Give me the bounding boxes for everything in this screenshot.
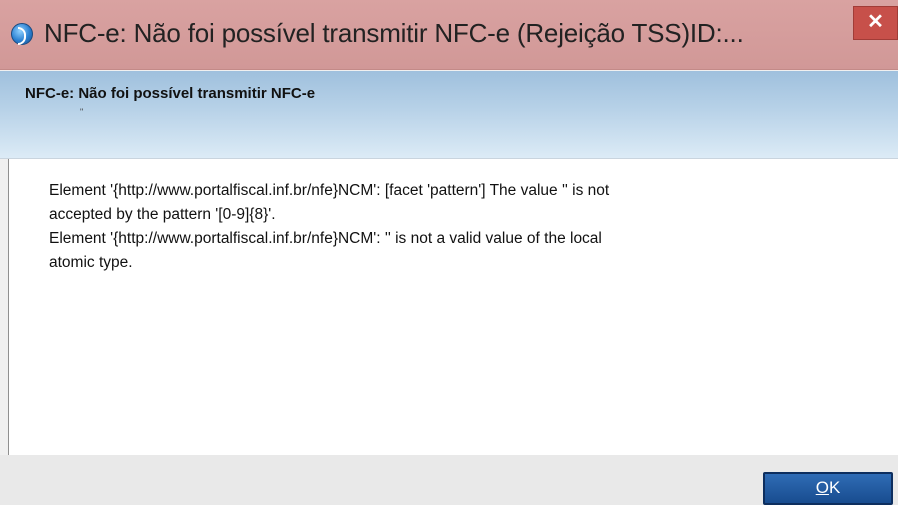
ok-label-rest: K (828, 478, 841, 497)
dialog-window: NFC-e: Não foi possível transmitir NFC-e… (0, 0, 898, 505)
error-message: Element '{http://www.portalfiscal.inf.br… (49, 179, 869, 275)
window-title: NFC-e: Não foi possível transmitir NFC-e… (44, 18, 744, 48)
title-bar[interactable]: NFC-e: Não foi possível transmitir NFC-e… (0, 0, 898, 70)
dialog-footer: OK (0, 455, 898, 505)
message-line: Element '{http://www.portalfiscal.inf.br… (49, 182, 610, 199)
header-title: NFC-e: Não foi possível transmitir NFC-e (25, 85, 316, 102)
close-button[interactable]: ✕ (853, 6, 898, 40)
app-icon (11, 23, 33, 45)
message-line: atomic type. (49, 254, 133, 271)
header-subtitle: " (80, 107, 84, 117)
ok-button[interactable]: OK (763, 472, 893, 505)
ok-mnemonic: O (815, 478, 829, 497)
message-line: accepted by the pattern '[0-9]{8}'. (49, 206, 276, 223)
message-line: Element '{http://www.portalfiscal.inf.br… (49, 230, 602, 247)
message-area: Element '{http://www.portalfiscal.inf.br… (8, 159, 898, 455)
dialog-header: NFC-e: Não foi possível transmitir NFC-e… (0, 71, 898, 159)
